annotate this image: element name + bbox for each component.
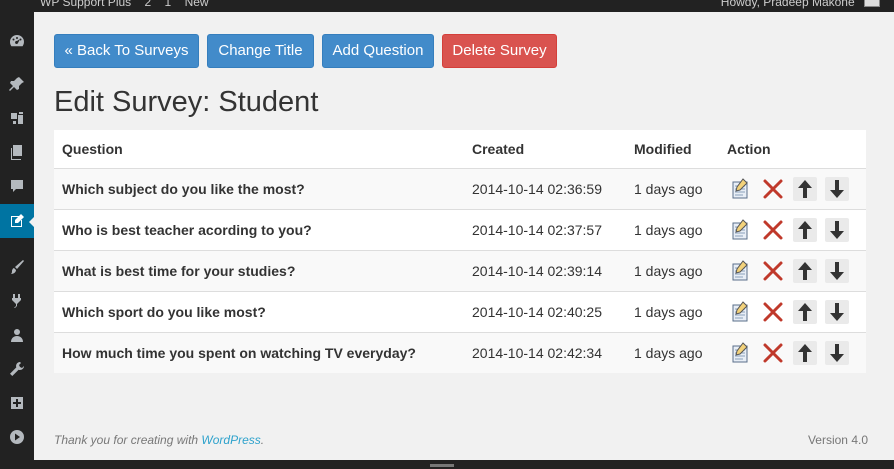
admin-bar: WP Support Plus 2 1 New Howdy, Pradeep M… [0,0,894,12]
header-created: Created [464,130,626,169]
created-date: 2014-10-14 02:36:59 [464,168,626,210]
add-question-button[interactable]: Add Question [322,34,434,68]
question-text: How much time you spent on watching TV e… [54,332,464,373]
bottom-strip [0,460,894,469]
media-icon[interactable] [0,101,34,135]
comments-icon[interactable] [0,169,34,203]
move-up-icon[interactable] [793,259,817,283]
action-cell [719,332,866,373]
page-title: Edit Survey: Student [54,86,319,118]
modified-date: 1 days ago [626,332,719,373]
action-cell [719,291,866,333]
questions-table: Question Created Modified Action Which s… [54,130,866,373]
question-text: What is best time for your studies? [54,250,464,292]
edit-question-icon[interactable] [729,341,753,365]
delete-question-icon[interactable] [761,218,785,242]
move-up-icon[interactable] [793,177,817,201]
modified-date: 1 days ago [626,168,719,210]
delete-question-icon[interactable] [761,341,785,365]
collapse-play-icon[interactable] [0,420,34,454]
wordpress-link[interactable]: WordPress [201,433,260,447]
move-down-icon[interactable] [825,259,849,283]
footer-credit: Thank you for creating with WordPress. [54,433,264,447]
table-row: What is best time for your studies? 2014-… [54,250,866,292]
created-date: 2014-10-14 02:39:14 [464,250,626,292]
question-text: Which sport do you like most? [54,291,464,333]
move-down-icon[interactable] [825,177,849,201]
delete-question-icon[interactable] [761,300,785,324]
new-content-link[interactable]: New [185,0,209,9]
settings-icon[interactable] [0,386,34,420]
table-header-row: Question Created Modified Action [54,130,866,169]
back-to-surveys-button[interactable]: « Back To Surveys [54,34,199,68]
header-question: Question [54,130,464,169]
change-title-button[interactable]: Change Title [207,34,314,68]
site-name-link[interactable]: WP Support Plus [40,0,131,9]
posts-pin-icon[interactable] [0,67,34,101]
table-row: How much time you spent on watching TV e… [54,332,866,373]
avatar[interactable] [864,0,880,7]
edit-question-icon[interactable] [729,218,753,242]
table-row: Which subject do you like the most? 2014-… [54,168,866,210]
move-down-icon[interactable] [825,218,849,242]
resize-handle[interactable] [430,464,454,467]
modified-date: 1 days ago [626,209,719,251]
main-content: « Back To Surveys Change Title Add Quest… [34,12,894,460]
created-date: 2014-10-14 02:42:34 [464,332,626,373]
move-up-icon[interactable] [793,300,817,324]
action-cell [719,209,866,251]
version-text: Version 4.0 [807,433,868,447]
delete-survey-button[interactable]: Delete Survey [442,34,557,68]
edit-question-icon[interactable] [729,300,753,324]
modified-date: 1 days ago [626,291,719,333]
action-cell [719,250,866,292]
edit-question-icon[interactable] [729,259,753,283]
admin-sidebar [0,12,35,469]
header-modified: Modified [626,130,719,169]
header-action: Action [719,130,866,169]
appearance-brush-icon[interactable] [0,250,34,284]
question-text: Who is best teacher acording to you? [54,209,464,251]
footer-thanks-text: Thank you for creating with [54,433,202,447]
comments-count[interactable]: 2 [145,0,152,9]
delete-question-icon[interactable] [761,259,785,283]
delete-question-icon[interactable] [761,177,785,201]
move-down-icon[interactable] [825,300,849,324]
move-down-icon[interactable] [825,341,849,365]
created-date: 2014-10-14 02:40:25 [464,291,626,333]
edit-question-icon[interactable] [729,177,753,201]
action-cell [719,168,866,210]
move-up-icon[interactable] [793,218,817,242]
created-date: 2014-10-14 02:37:57 [464,209,626,251]
users-icon[interactable] [0,318,34,352]
modified-date: 1 days ago [626,250,719,292]
plugins-icon[interactable] [0,284,34,318]
howdy-user[interactable]: Howdy, Pradeep Makone [721,0,855,9]
footer-thanks-suffix: . [260,433,265,447]
pages-icon[interactable] [0,135,34,169]
move-up-icon[interactable] [793,341,817,365]
survey-edit-icon[interactable] [0,204,35,238]
dashboard-icon[interactable] [0,24,34,58]
table-row: Which sport do you like most? 2014-10-14 … [54,291,866,333]
tools-wrench-icon[interactable] [0,352,34,386]
updates-count[interactable]: 1 [165,0,172,9]
table-row: Who is best teacher acording to you? 2014… [54,209,866,251]
question-text: Which subject do you like the most? [54,168,464,210]
